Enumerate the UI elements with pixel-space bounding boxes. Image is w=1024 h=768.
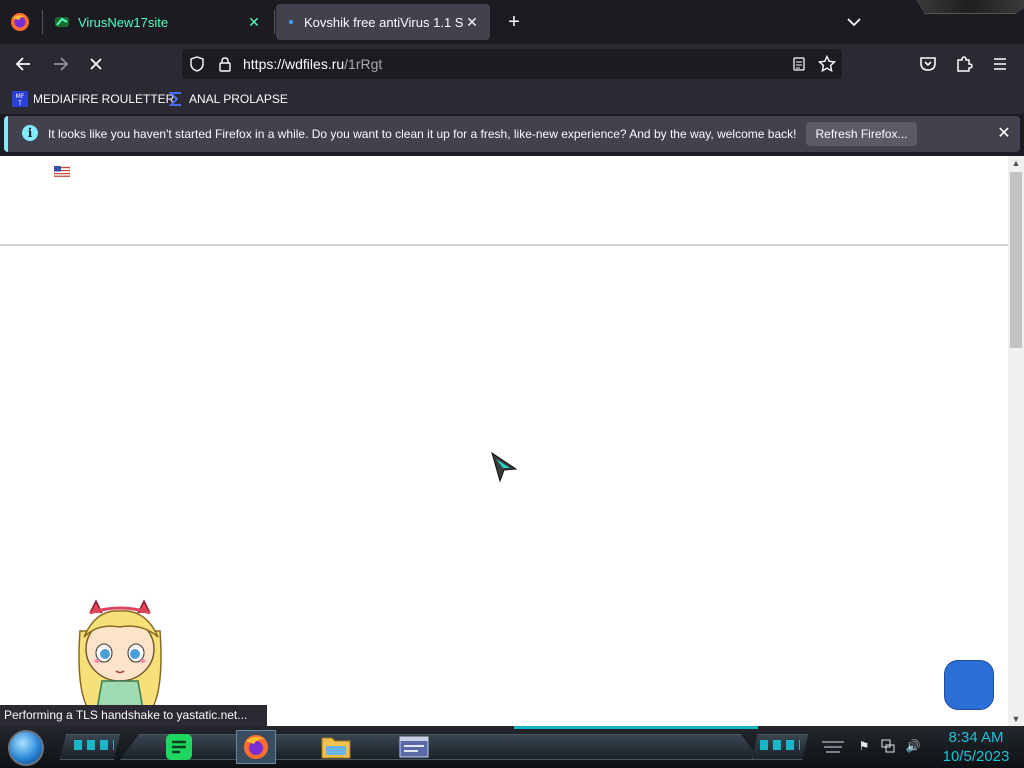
svg-text:T: T bbox=[17, 100, 22, 107]
menu-icon[interactable] bbox=[990, 54, 1010, 74]
network-icon[interactable] bbox=[880, 738, 896, 754]
pocket-icon[interactable] bbox=[918, 54, 938, 74]
scroll-down-icon[interactable]: ▼ bbox=[1008, 712, 1024, 726]
window-app-icon bbox=[399, 736, 429, 758]
site-favicon-icon bbox=[55, 17, 69, 27]
list-all-tabs-icon[interactable] bbox=[844, 12, 864, 32]
back-icon[interactable] bbox=[14, 54, 34, 74]
window-app-taskbar-button[interactable] bbox=[394, 730, 434, 764]
reader-view-icon[interactable] bbox=[791, 56, 807, 72]
sigma-icon bbox=[168, 92, 181, 106]
new-tab-button[interactable]: + bbox=[504, 12, 524, 32]
close-tab-icon[interactable]: ✕ bbox=[464, 14, 480, 30]
tab-separator bbox=[274, 10, 275, 34]
bookmark-label: ANAL PROLAPSE bbox=[189, 92, 288, 106]
firefox-taskbar-button[interactable] bbox=[236, 730, 276, 764]
loading-dot-icon bbox=[289, 20, 293, 24]
taskbar-app-area bbox=[120, 734, 760, 760]
us-flag-icon[interactable] bbox=[54, 166, 70, 177]
taskbar: ⚑ 🔊 8:34 AM 10/5/2023 bbox=[0, 726, 1024, 768]
floating-chat-button[interactable] bbox=[944, 660, 994, 710]
start-button[interactable] bbox=[8, 730, 44, 766]
close-tab-icon[interactable]: ✕ bbox=[246, 14, 262, 30]
refresh-firefox-button[interactable]: Refresh Firefox... bbox=[806, 122, 917, 146]
taskbar-lights bbox=[74, 740, 114, 750]
forward-icon[interactable] bbox=[50, 54, 70, 74]
extensions-icon[interactable] bbox=[954, 54, 974, 74]
mediafire-icon: MF T bbox=[12, 91, 28, 107]
vertical-scrollbar[interactable]: ▲ ▼ bbox=[1008, 156, 1024, 726]
clock-date: 10/5/2023 bbox=[942, 748, 1010, 765]
flag-icon[interactable]: ⚑ bbox=[856, 738, 872, 754]
header-divider bbox=[0, 244, 1008, 246]
refresh-firefox-notification: i It looks like you haven't started Fire… bbox=[4, 116, 1020, 152]
tab-separator bbox=[42, 10, 43, 34]
file-explorer-icon bbox=[321, 737, 351, 759]
screen: VirusNew17site ✕ Kovshik free antiVirus … bbox=[0, 0, 1024, 768]
url-host: https://wdfiles.ru bbox=[243, 56, 345, 72]
tab-title: Kovshik free antiVirus 1.1 Setup bbox=[304, 14, 464, 30]
firefox-logo-icon[interactable] bbox=[10, 12, 30, 32]
file-explorer-taskbar-button[interactable] bbox=[316, 730, 356, 764]
bookmarks-toolbar: MF T MEDIAFIRE ROULETTER ANAL PROLAPSE bbox=[0, 84, 1024, 114]
spotify-icon bbox=[166, 734, 192, 760]
taskbar-lights bbox=[760, 740, 800, 750]
close-notification-icon[interactable]: ✕ bbox=[994, 124, 1014, 144]
url-bar[interactable]: https://wdfiles.ru/1rRgt bbox=[182, 49, 842, 79]
tab-title: VirusNew17site bbox=[78, 14, 169, 30]
lock-icon[interactable] bbox=[217, 56, 233, 72]
stop-loading-icon[interactable] bbox=[86, 54, 106, 74]
notification-message: It looks like you haven't started Firefo… bbox=[48, 127, 797, 141]
scrollbar-thumb[interactable] bbox=[1010, 172, 1022, 348]
firefox-icon bbox=[244, 735, 268, 759]
bookmark-mediafire-rouletter[interactable]: MF T MEDIAFIRE ROULETTER bbox=[12, 90, 174, 108]
svg-text:MF: MF bbox=[16, 93, 25, 100]
spotify-taskbar-button[interactable] bbox=[159, 730, 199, 764]
tab-kovshik-setup[interactable]: Kovshik free antiVirus 1.1 Setup ✕ bbox=[276, 4, 490, 40]
scroll-up-icon[interactable]: ▲ bbox=[1008, 156, 1024, 170]
clock-time: 8:34 AM bbox=[948, 729, 1004, 746]
tab-strip: VirusNew17site ✕ Kovshik free antiVirus … bbox=[0, 0, 1024, 44]
taskbar-clock[interactable]: 8:34 AM 10/5/2023 bbox=[934, 728, 1018, 766]
shield-icon[interactable] bbox=[189, 56, 205, 72]
mouse-cursor-icon bbox=[491, 451, 518, 483]
show-hidden-icons-icon[interactable] bbox=[820, 740, 846, 754]
bookmark-star-icon[interactable] bbox=[818, 55, 836, 73]
url-text[interactable]: https://wdfiles.ru/1rRgt bbox=[243, 56, 382, 72]
bookmark-anal-prolapse[interactable]: ANAL PROLAPSE bbox=[168, 90, 288, 108]
tab-virusnew17site[interactable]: VirusNew17site ✕ bbox=[44, 4, 272, 40]
navigation-bar: https://wdfiles.ru/1rRgt bbox=[0, 44, 1024, 84]
url-path: /1rRgt bbox=[344, 56, 383, 72]
theme-decoration bbox=[916, 0, 1024, 14]
volume-icon[interactable]: 🔊 bbox=[905, 738, 921, 754]
taskbar-accent bbox=[514, 726, 758, 729]
status-panel: Performing a TLS handshake to yastatic.n… bbox=[0, 705, 268, 726]
bookmark-label: MEDIAFIRE ROULETTER bbox=[33, 92, 175, 106]
info-icon: i bbox=[22, 125, 38, 141]
